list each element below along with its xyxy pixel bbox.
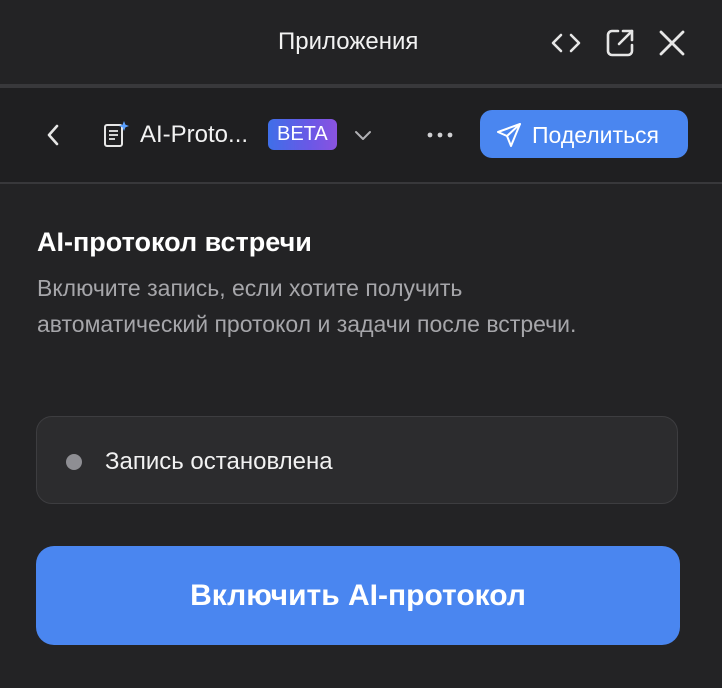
app-header: AI-Proto... BETA Поделиться [0, 88, 722, 182]
window-title: Приложения [278, 28, 419, 55]
enable-ai-protocol-label: Включить AI-протокол [190, 579, 526, 612]
window-titlebar: Приложения [0, 0, 722, 84]
page-title: AI-протокол встречи [37, 227, 312, 257]
code-icon[interactable] [550, 27, 582, 59]
status-dot [66, 454, 82, 470]
close-icon[interactable] [656, 27, 688, 59]
more-horizontal-icon[interactable] [424, 122, 456, 148]
chevron-down-icon[interactable] [352, 124, 374, 146]
app-name[interactable]: AI-Proto... [140, 121, 248, 149]
share-button[interactable]: Поделиться [480, 110, 688, 158]
page-description: Включите запись, если хотите получить ав… [37, 275, 577, 337]
external-link-icon[interactable] [604, 27, 636, 59]
enable-ai-protocol-button[interactable]: Включить AI-протокол [36, 546, 680, 645]
header-divider [0, 182, 722, 184]
share-button-label: Поделиться [532, 122, 660, 148]
send-icon [496, 122, 522, 148]
beta-badge: BETA [268, 119, 337, 150]
chevron-left-icon [47, 124, 59, 146]
status-label: Запись остановлена [105, 448, 333, 475]
recording-status-box: Запись остановлена [36, 416, 678, 504]
back-button[interactable] [40, 120, 68, 150]
document-sparkle-icon [102, 120, 130, 150]
apps-panel: Приложения AI-Proto... BETA Поделиться A… [0, 0, 722, 688]
